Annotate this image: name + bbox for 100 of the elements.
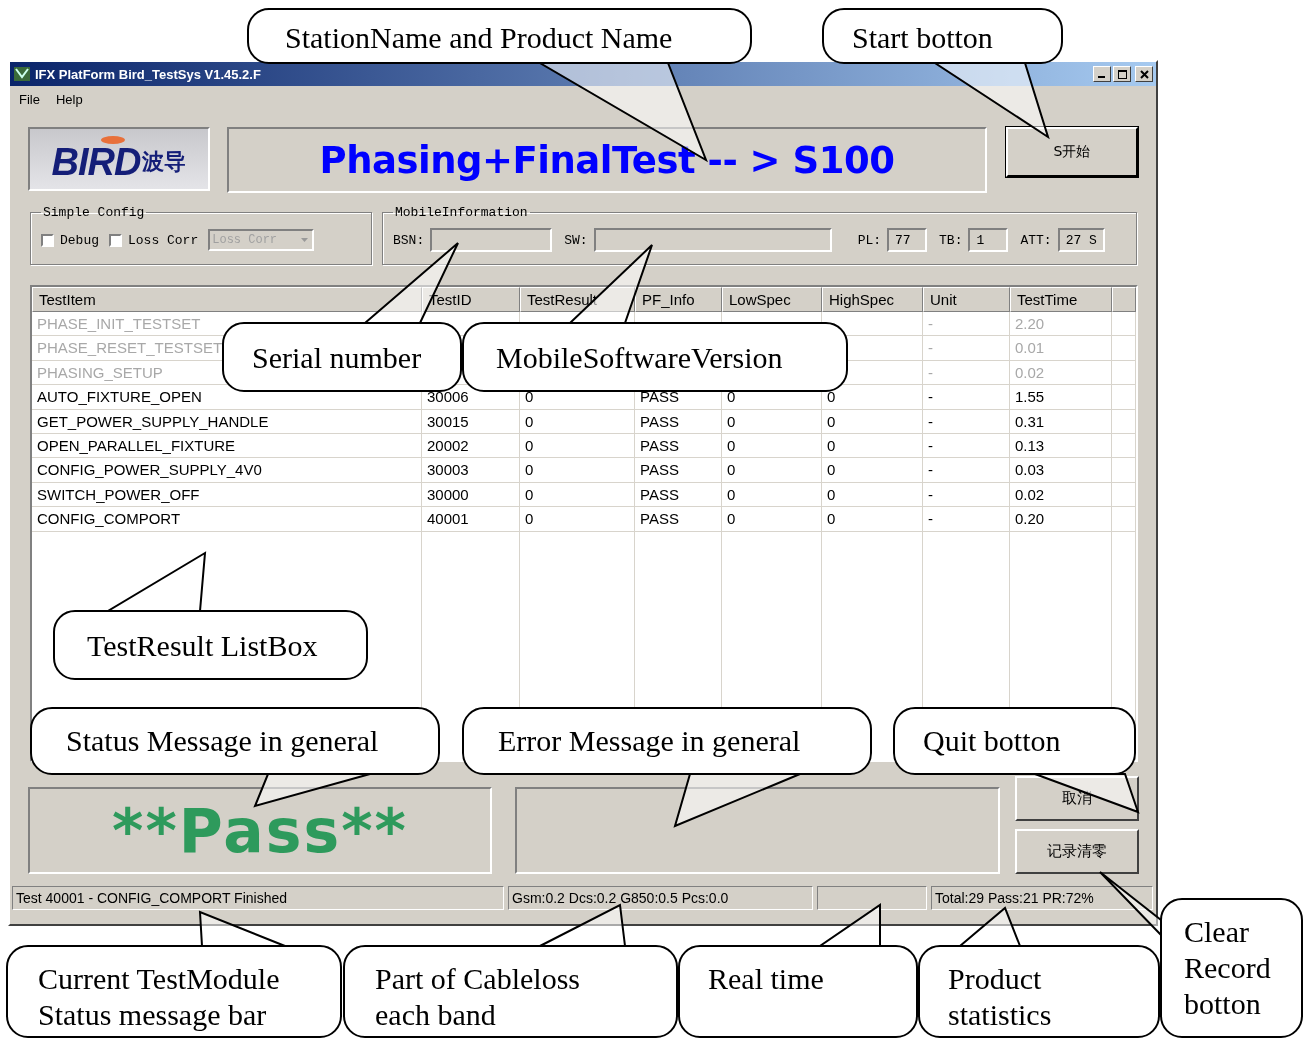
table-cell: 0 (822, 409, 923, 434)
menu-item[interactable]: Help (55, 92, 83, 107)
table-cell: 0 (822, 482, 923, 508)
table-cell: 40001 (422, 507, 520, 532)
table-cell: 1.55 (1010, 385, 1112, 410)
field-label: BSN: (393, 232, 425, 248)
table-cell: - (923, 409, 1010, 434)
table-cell: 20002 (422, 433, 520, 459)
maximize-button[interactable] (1113, 66, 1131, 82)
table-cell: 0 (822, 507, 923, 532)
table-cell: 30015 (422, 409, 520, 434)
table-cell: CONFIG_POWER_SUPPLY_4V0 (32, 458, 422, 483)
logo-text: 波导 (142, 148, 187, 176)
callout-text: Start botton (852, 20, 994, 56)
callout-text: Part of Cableloss each band (375, 961, 581, 1033)
callout-text: MobileSoftwareVersion (496, 340, 784, 376)
window-title: IFX PlatForm Bird_TestSys V1.45.2.F (35, 66, 262, 82)
table-cell: 30003 (422, 458, 520, 483)
column-header[interactable]: HighSpec (822, 287, 923, 312)
table-cell: SWITCH_POWER_OFF (32, 482, 422, 508)
column-header[interactable]: TestTime (1010, 287, 1112, 312)
callout-text: Quit botton (923, 723, 1062, 759)
table-cell: - (923, 507, 1010, 532)
table-cell: 30000 (422, 482, 520, 508)
table-cell: 0.13 (1010, 433, 1112, 459)
checkbox[interactable] (41, 233, 54, 247)
status-message: Test 40001 - CONFIG_COMPORT Finished (12, 886, 504, 910)
input-field[interactable]: 77 (887, 228, 928, 252)
maximize-icon (1117, 69, 1127, 79)
table-cell: 0 (520, 458, 635, 483)
table-cell: 0 (822, 433, 923, 459)
table-cell: 0 (722, 507, 822, 532)
pass-result: **Pass** (112, 800, 408, 861)
table-cell: 0 (520, 482, 635, 508)
table-cell: 0.20 (1010, 507, 1112, 532)
field-label: PL: (857, 232, 882, 248)
table-cell: PASS (635, 507, 722, 532)
table-cell: - (923, 385, 1010, 410)
column-header[interactable]: LowSpec (722, 287, 822, 312)
callout-text: Error Message in general (498, 723, 802, 759)
table-cell: PASS (635, 458, 722, 483)
table-cell: - (923, 482, 1010, 508)
input-field[interactable]: 1 (968, 228, 1009, 252)
table-cell: 0 (520, 433, 635, 459)
table-cell: PASS (635, 409, 722, 434)
statistics-status: Total:29 Pass:21 PR:72% (931, 886, 1153, 910)
input-field[interactable] (430, 228, 553, 252)
close-button[interactable] (1135, 66, 1153, 82)
app-icon (13, 65, 31, 83)
table-cell: 0 (722, 433, 822, 459)
table-cell: 0 (722, 458, 822, 483)
group-title: Simple Config (42, 205, 146, 220)
table-cell: 0 (722, 482, 822, 508)
input-field[interactable]: 27 S (1057, 228, 1105, 252)
table-cell: 2.20 (1010, 312, 1112, 337)
menu-item[interactable]: File (19, 92, 40, 107)
station-product-name: Phasing+FinalTest -- > S100 (319, 138, 895, 182)
table-cell: - (923, 312, 1010, 337)
minimize-button[interactable] (1093, 66, 1111, 82)
checkbox-label: Debug (60, 232, 99, 248)
table-cell: 0 (520, 409, 635, 434)
field-label: TB: (939, 232, 963, 248)
table-cell: - (923, 458, 1010, 483)
callout-text: Product statistics (948, 961, 1053, 1033)
callout-pointer (1099, 871, 1162, 938)
close-icon (1139, 69, 1149, 79)
table-cell: GET_POWER_SUPPLY_HANDLE (32, 409, 422, 434)
table-cell: 0.02 (1010, 360, 1112, 386)
group-title: MobileInformation (394, 205, 529, 220)
start-button[interactable]: S开始 (1006, 127, 1138, 177)
callout-text: Status Message in general (66, 723, 380, 759)
column-header[interactable]: TestItem (32, 287, 422, 312)
swoosh-icon (100, 135, 126, 145)
table-cell: - (923, 360, 1010, 386)
table-cell: 0.31 (1010, 409, 1112, 434)
table-cell: 0.02 (1010, 482, 1112, 508)
table-cell: 0.03 (1010, 458, 1112, 483)
column-header[interactable] (1112, 287, 1136, 312)
table-cell: - (923, 336, 1010, 361)
callout-text: TestResult ListBox (87, 628, 319, 664)
callout-pointer (957, 906, 1022, 947)
action-button[interactable]: 记录清零 (1015, 829, 1139, 874)
checkbox[interactable] (109, 233, 122, 247)
table-cell: 0 (722, 409, 822, 434)
table-cell: PASS (635, 482, 722, 508)
table-cell: PASS (635, 433, 722, 459)
field-label: SW: (564, 232, 588, 248)
callout-text: StationName and Product Name (285, 20, 674, 56)
table-cell: 0.01 (1010, 336, 1112, 361)
table-cell: 0 (520, 507, 635, 532)
table-cell: - (923, 433, 1010, 459)
input-field[interactable] (593, 228, 832, 252)
field-label: ATT: (1020, 232, 1052, 248)
callout-text: Current TestModule Status message bar (38, 961, 281, 1033)
column-header[interactable]: PF_Info (635, 287, 722, 312)
table-cell: 0 (822, 458, 923, 483)
checkbox-label: Loss Corr (128, 232, 199, 248)
table-cell: OPEN_PARALLEL_FIXTURE (32, 433, 422, 459)
table-cell: CONFIG_COMPORT (32, 507, 422, 532)
column-header[interactable]: Unit (923, 287, 1010, 312)
